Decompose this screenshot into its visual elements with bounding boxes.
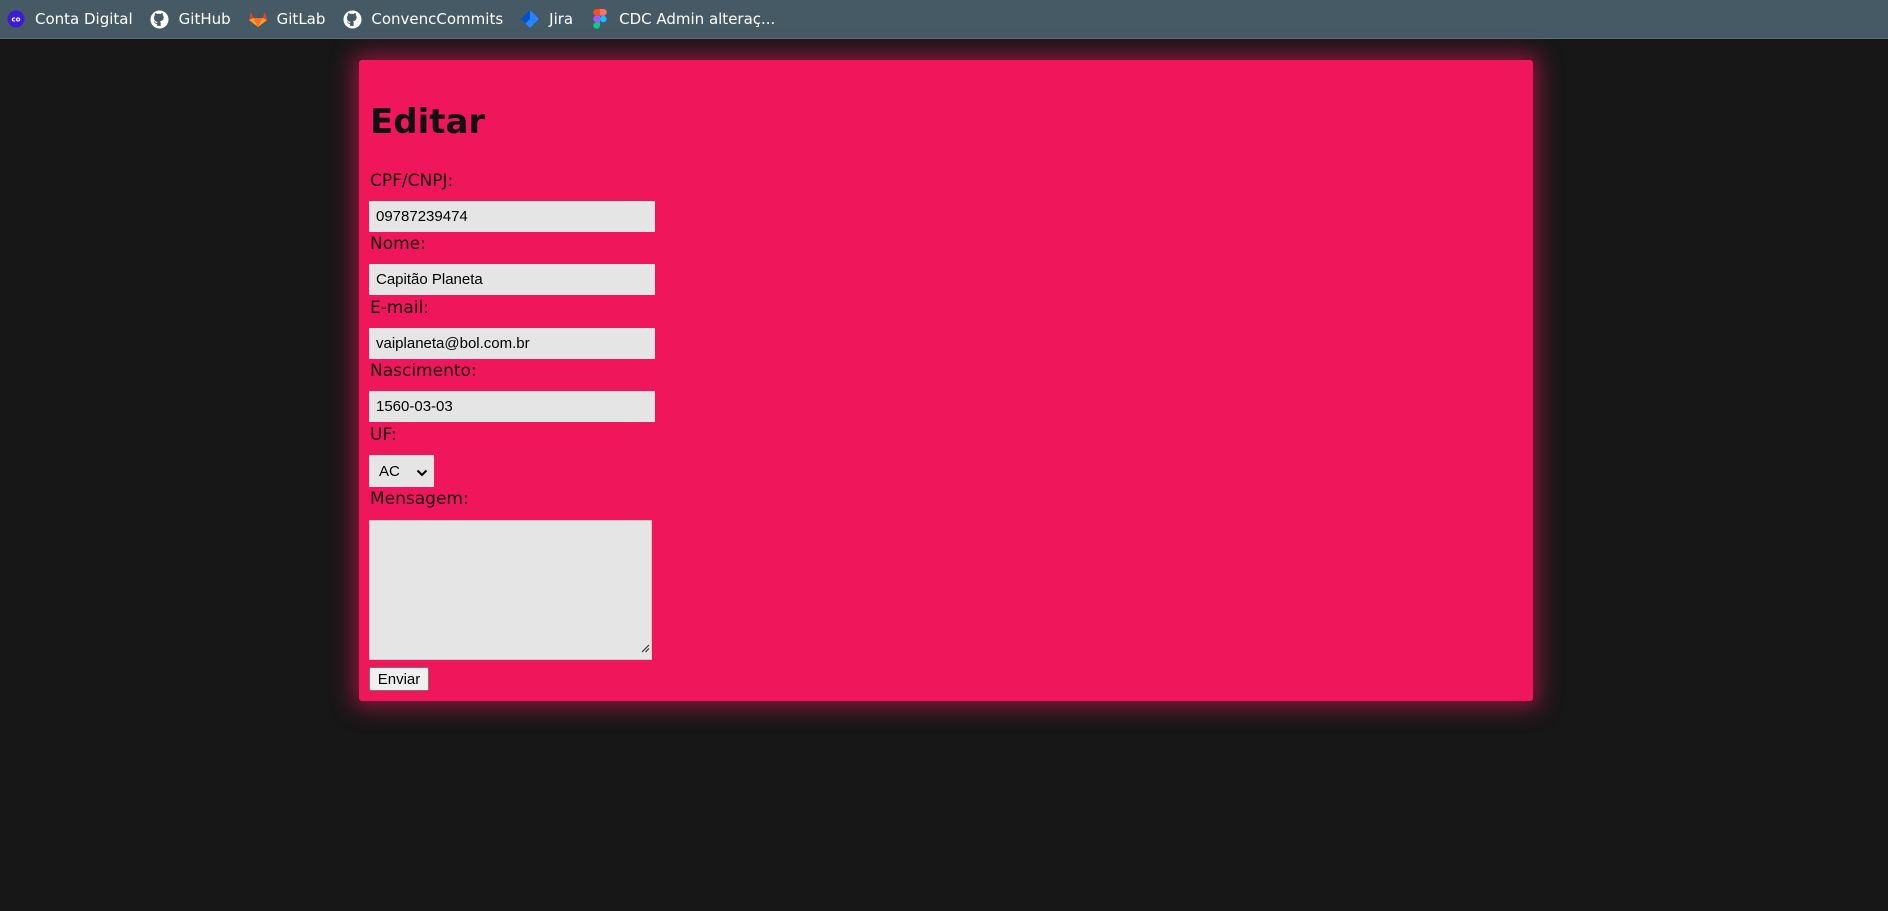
bookmarks-bar: co Conta Digital GitHub GitLab ConvencCo… <box>0 0 1888 39</box>
github-icon <box>342 9 362 29</box>
bookmark-label: CDC Admin alteraç... <box>619 10 776 28</box>
bookmark-label: Jira <box>549 10 574 28</box>
bookmark-cdc-admin[interactable]: CDC Admin alteraç... <box>588 4 783 34</box>
nome-input[interactable] <box>369 264 655 295</box>
email-label: E-mail: <box>370 298 430 318</box>
figma-icon <box>590 9 610 29</box>
mensagem-label: Mensagem: <box>370 489 469 509</box>
bookmark-github[interactable]: GitHub <box>148 4 239 34</box>
cpf-cnpj-input[interactable] <box>369 201 655 232</box>
nascimento-input[interactable] <box>369 391 655 422</box>
conta-digital-logo-icon: co <box>6 9 26 29</box>
page-title: Editar <box>370 102 486 142</box>
email-input[interactable] <box>369 328 655 359</box>
bookmark-jira[interactable]: Jira <box>518 4 581 34</box>
bookmark-gitlab[interactable]: GitLab <box>246 4 334 34</box>
svg-text:co: co <box>12 16 21 24</box>
bookmark-convenccommits[interactable]: ConvencCommits <box>340 4 511 34</box>
chevron-down-icon <box>416 465 428 482</box>
nome-label: Nome: <box>370 234 426 254</box>
edit-form-card: Editar CPF/CNPJ: Nome: E-mail: Nasciment… <box>359 60 1533 701</box>
bookmark-label: GitHub <box>178 10 231 28</box>
jira-icon <box>520 9 540 29</box>
gitlab-icon <box>248 9 268 29</box>
uf-label: UF: <box>370 425 397 445</box>
uf-select[interactable]: AC <box>369 455 434 487</box>
github-icon <box>150 9 170 29</box>
bookmark-conta-digital[interactable]: co Conta Digital <box>4 4 141 34</box>
cpf-cnpj-label: CPF/CNPJ: <box>370 171 454 191</box>
bookmark-label: ConvencCommits <box>371 10 504 28</box>
mensagem-textarea[interactable] <box>369 520 652 660</box>
send-button[interactable]: Enviar <box>369 667 429 691</box>
bookmark-label: Conta Digital <box>35 10 133 28</box>
bookmark-label: GitLab <box>276 10 326 28</box>
resize-grip-icon[interactable] <box>640 640 650 658</box>
uf-selected-value: AC <box>379 462 400 480</box>
nascimento-label: Nascimento: <box>370 361 477 381</box>
